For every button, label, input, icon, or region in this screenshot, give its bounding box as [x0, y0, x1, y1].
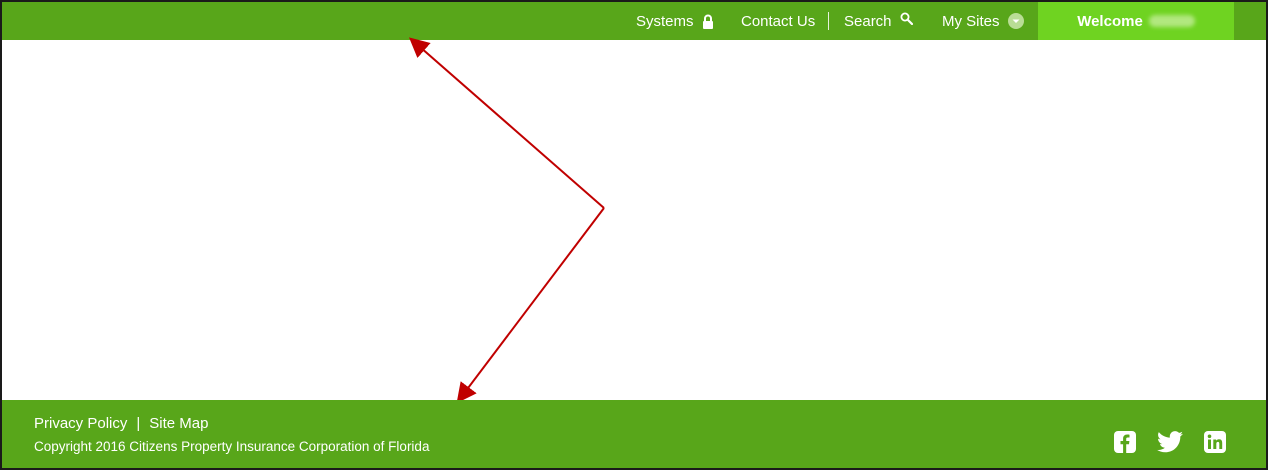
footer-bar: Privacy Policy | Site Map Copyright 2016…	[2, 400, 1266, 468]
arrow-to-footer	[456, 207, 605, 404]
footer-links: Privacy Policy | Site Map	[34, 415, 208, 432]
arrow-to-header	[408, 37, 605, 209]
footer-link-separator: |	[136, 415, 141, 432]
privacy-policy-link[interactable]: Privacy Policy	[34, 415, 127, 432]
linkedin-icon[interactable]	[1204, 431, 1226, 453]
twitter-icon[interactable]	[1157, 431, 1183, 453]
copyright-text: Copyright 2016 Citizens Property Insuran…	[34, 439, 430, 454]
annotation-arrows	[408, 37, 605, 404]
facebook-icon[interactable]	[1114, 431, 1136, 453]
site-map-link[interactable]: Site Map	[149, 415, 208, 432]
page-frame: Systems Contact Us Search My Sites Welco…	[0, 0, 1268, 470]
